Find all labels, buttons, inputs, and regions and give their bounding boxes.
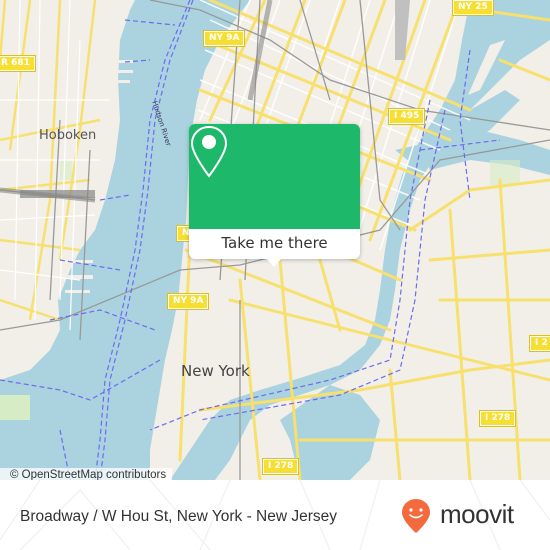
road-shield-i495: I 495	[387, 108, 426, 125]
road-shield-i278-bottom: I 278	[261, 458, 300, 475]
place-label-hoboken: Hoboken	[39, 128, 97, 143]
location-pin-icon	[190, 125, 228, 178]
attribution-text: © OpenStreetMap contributors	[10, 469, 167, 480]
take-me-there-button[interactable]: Take me there	[189, 229, 360, 259]
place-label-new-york: New York	[181, 362, 250, 380]
road-shield-ny9a: NY 9A	[202, 30, 246, 47]
road-shield-ny25: NY 25	[452, 0, 494, 16]
moovit-brand-text: moovit	[440, 499, 514, 529]
road-shield-ny9a-mid: NY 9A	[166, 293, 210, 310]
popup-header	[189, 124, 360, 229]
road-shield-i278-right: I 2	[529, 335, 550, 352]
popup-pointer	[265, 257, 283, 267]
footer-bar: Broadway / W Hou St, New York - New Jers…	[0, 480, 550, 550]
road-shield-i278-mid: I 278	[478, 410, 517, 427]
map-attribution[interactable]: © OpenStreetMap contributors	[0, 468, 173, 480]
road-shield-cr681: R 681	[0, 55, 36, 72]
moovit-logo-icon	[402, 499, 430, 533]
location-popup: Take me there	[189, 124, 360, 267]
stop-title: Broadway / W Hou St, New York - New Jers…	[20, 508, 338, 525]
map-canvas[interactable]: R 681 NY 9A N NY 9A NY 25 I 495 I 2 I 27…	[0, 0, 550, 480]
